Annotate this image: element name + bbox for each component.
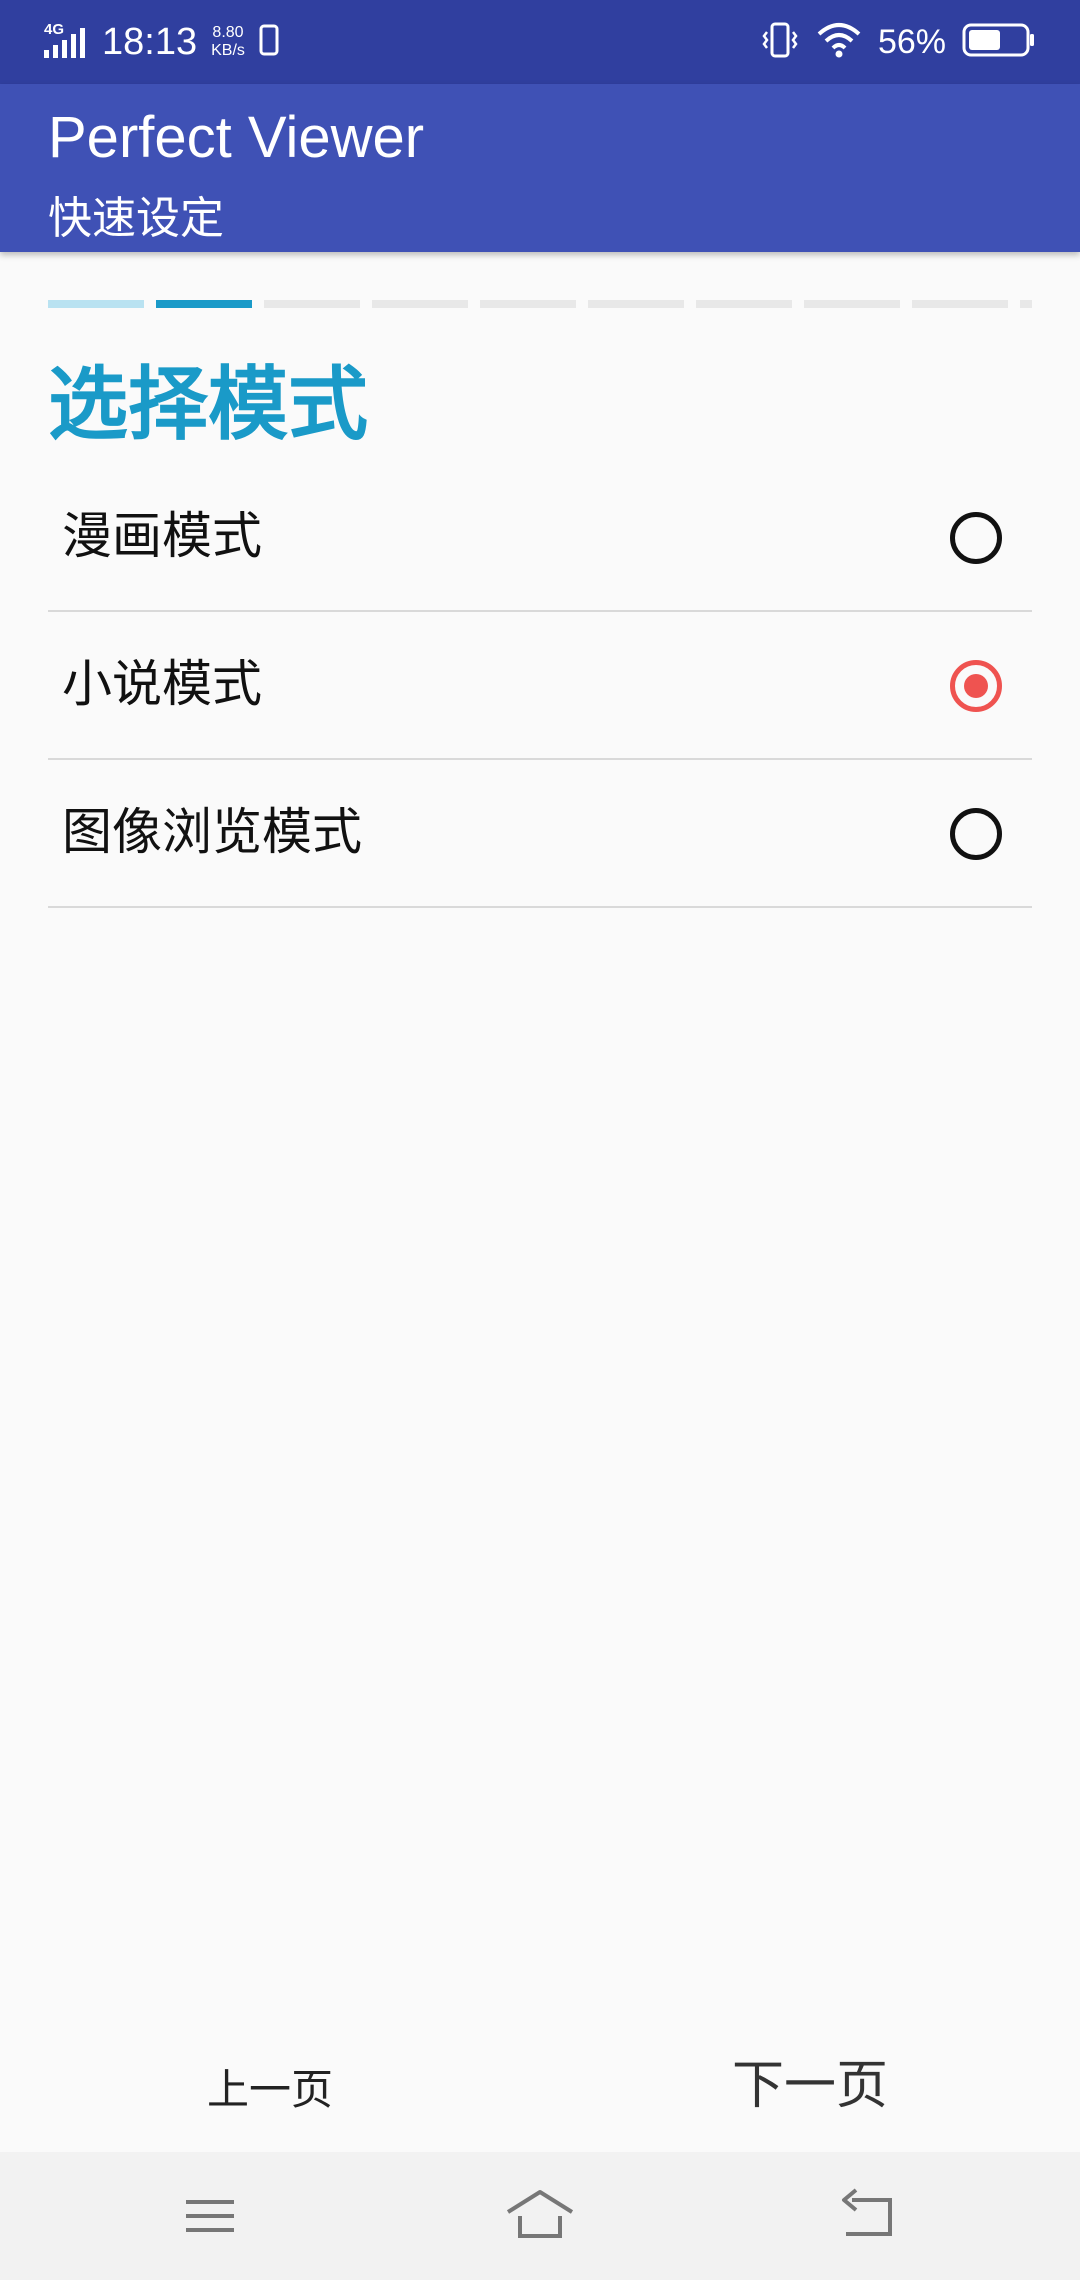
radio-button[interactable]	[950, 512, 1002, 564]
wizard-progress	[48, 300, 1032, 308]
option-label: 图像浏览模式	[62, 803, 362, 861]
vibrate-icon	[760, 20, 800, 64]
option-novel-mode[interactable]: 小说模式	[48, 612, 1032, 760]
option-comic-mode[interactable]: 漫画模式	[48, 464, 1032, 612]
progress-step	[588, 300, 684, 308]
progress-step	[804, 300, 900, 308]
wifi-icon	[816, 20, 862, 64]
status-left: 4G 18:13 8.80 KB/s	[44, 18, 279, 66]
progress-step	[696, 300, 792, 308]
app-bar: Perfect Viewer 快速设定	[0, 84, 1080, 252]
status-right: 56%	[760, 18, 1036, 66]
net-speed-value: 8.80	[212, 24, 244, 41]
progress-step	[48, 300, 144, 308]
progress-step	[1020, 300, 1032, 308]
battery-icon	[962, 22, 1036, 62]
radio-button[interactable]	[950, 808, 1002, 860]
battery-percent: 56%	[877, 22, 946, 61]
next-page-button[interactable]: 下一页	[690, 2046, 930, 2126]
option-label: 小说模式	[62, 655, 262, 713]
progress-step	[912, 300, 1008, 308]
svg-text:4G: 4G	[44, 21, 64, 38]
radio-button[interactable]	[950, 660, 1002, 712]
net-speed-unit: KB/s	[211, 42, 245, 59]
app-subtitle: 快速设定	[48, 193, 224, 244]
section-title: 选择模式	[48, 358, 368, 451]
home-icon[interactable]	[500, 2186, 580, 2246]
menu-icon[interactable]	[170, 2186, 250, 2246]
progress-step	[372, 300, 468, 308]
system-nav-bar	[0, 2152, 1080, 2280]
sim-card-icon	[259, 24, 279, 60]
clock: 18:13	[102, 20, 198, 63]
app-title: Perfect Viewer	[48, 105, 425, 170]
net-speed: 8.80 KB/s	[211, 24, 245, 60]
status-bar: 4G 18:13 8.80 KB/s 56%	[0, 0, 1080, 84]
option-label: 漫画模式	[62, 507, 262, 565]
progress-step	[264, 300, 360, 308]
back-icon[interactable]	[830, 2186, 910, 2246]
signal-icon: 4G	[44, 20, 88, 64]
progress-step	[156, 300, 252, 308]
option-image-browse-mode[interactable]: 图像浏览模式	[48, 760, 1032, 908]
progress-step	[480, 300, 576, 308]
mode-option-list: 漫画模式 小说模式 图像浏览模式	[48, 464, 1032, 908]
prev-page-button[interactable]: 上一页	[160, 2050, 380, 2130]
